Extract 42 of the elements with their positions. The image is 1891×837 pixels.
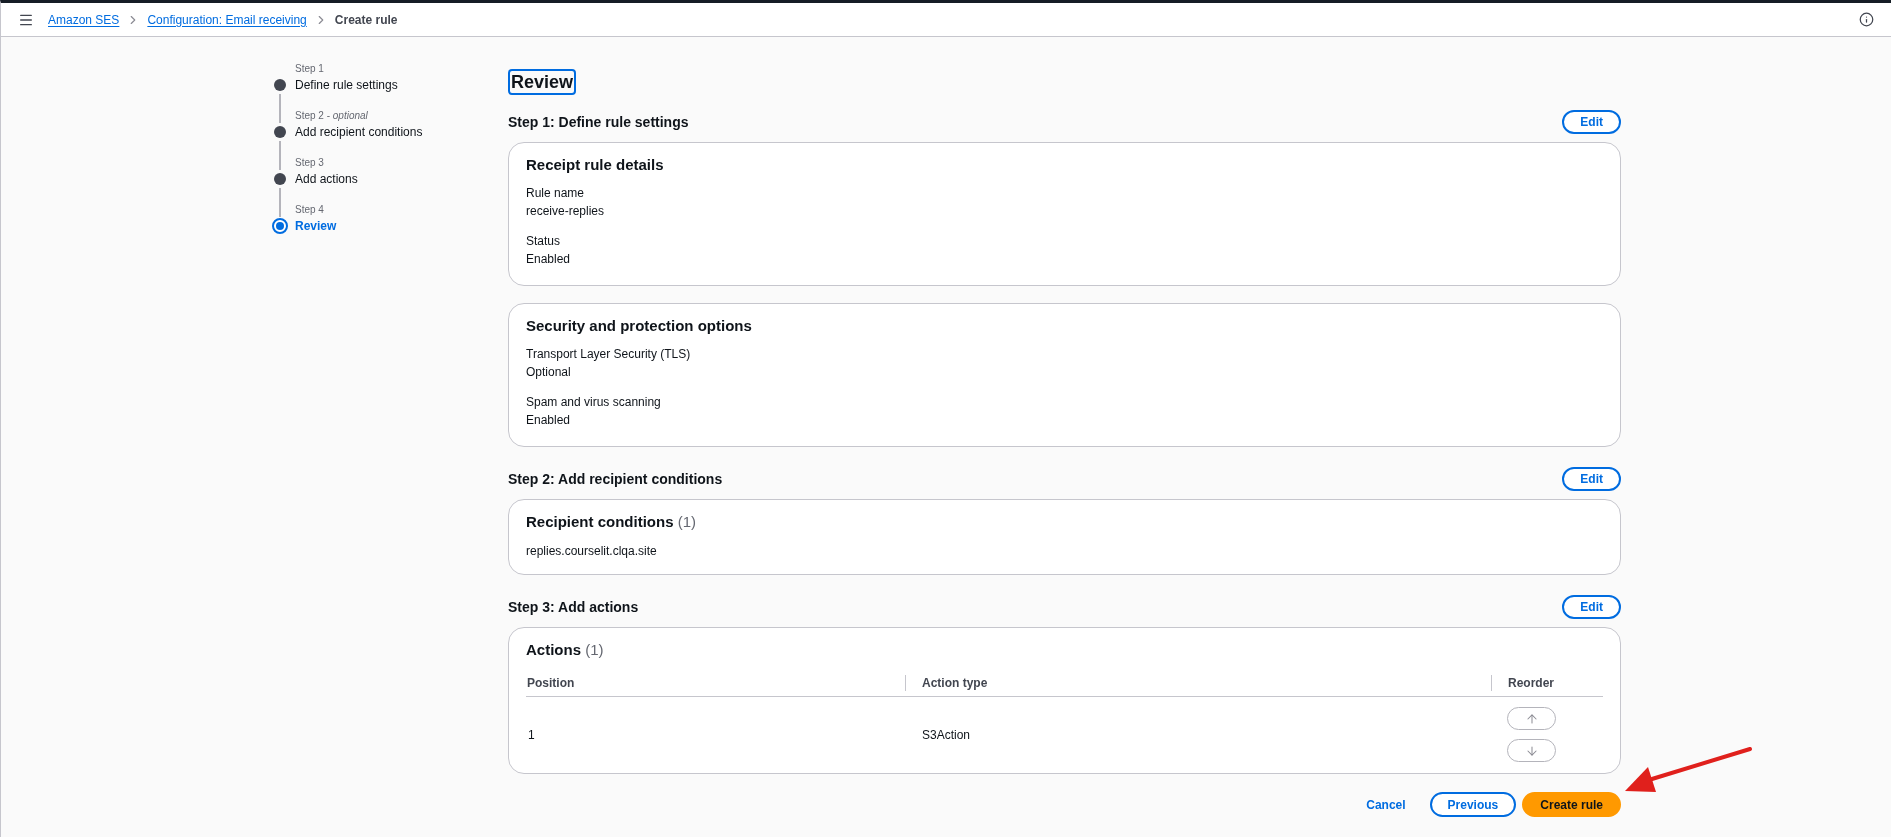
edit-button[interactable]: Edit xyxy=(1562,595,1621,619)
field-value: Enabled xyxy=(526,251,571,268)
column-header: Reorder xyxy=(1508,674,1554,691)
card-title: Receipt rule details xyxy=(526,155,665,175)
table-cell-text: 1 xyxy=(528,726,535,744)
step-label: Define rule settings xyxy=(295,77,398,94)
field-label: Status xyxy=(526,233,561,250)
field-label: Rule name xyxy=(526,185,585,202)
page-title: Review xyxy=(508,69,577,95)
field-value: Optional xyxy=(526,364,571,381)
field-label: Spam and virus scanning xyxy=(526,394,661,411)
step-caption: Step 3 xyxy=(295,156,324,170)
field-value: Enabled xyxy=(526,412,571,429)
step-label: Add recipient conditions xyxy=(295,124,423,141)
cancel-button[interactable]: Cancel xyxy=(1348,792,1424,817)
card-title: Security and protection options xyxy=(526,316,753,336)
info-icon[interactable] xyxy=(1859,12,1874,27)
section-heading: Step 1: Define rule settings xyxy=(508,113,689,132)
step-caption: Step 1 xyxy=(295,62,324,76)
breadcrumb-current: Create rule xyxy=(334,11,398,28)
field-value: receive-replies xyxy=(526,203,605,220)
previous-button[interactable]: Previous xyxy=(1429,792,1517,817)
create-rule-button[interactable]: Create rule xyxy=(1522,792,1621,817)
breadcrumb-link[interactable]: Amazon SES xyxy=(48,11,120,28)
field-label: Transport Layer Security (TLS) xyxy=(526,346,691,363)
section-heading: Step 2: Add recipient conditions xyxy=(508,470,723,489)
edit-button[interactable]: Edit xyxy=(1562,467,1621,491)
table-cell-text: S3Action xyxy=(922,726,971,744)
column-header: Position xyxy=(527,674,575,691)
arrow-up-icon xyxy=(1524,711,1539,726)
condition-text: replies.courselit.clqa.site xyxy=(526,543,657,560)
step-label: Add actions xyxy=(295,171,358,188)
card-title: Recipient conditions (1) xyxy=(526,512,697,532)
section-heading: Step 3: Add actions xyxy=(508,598,639,617)
card-title: Actions (1) xyxy=(526,640,605,660)
step-caption: Step 4 xyxy=(295,203,324,217)
step-caption: Step 2 - optional xyxy=(295,109,368,123)
edit-button[interactable]: Edit xyxy=(1562,110,1621,134)
breadcrumb-link[interactable]: Configuration: Email receiving xyxy=(147,11,307,28)
step-label: Review xyxy=(295,218,337,235)
column-header: Action type xyxy=(922,674,988,691)
arrow-down-icon xyxy=(1524,743,1539,758)
